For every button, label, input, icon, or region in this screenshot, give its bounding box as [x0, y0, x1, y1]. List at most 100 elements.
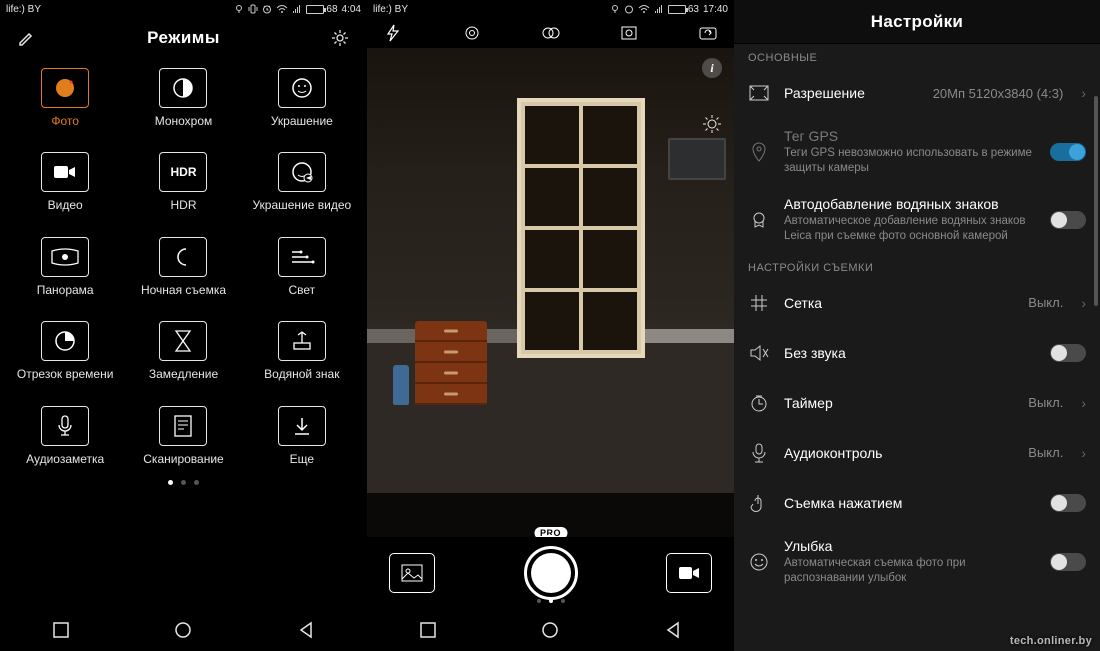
nav-bar [0, 609, 367, 651]
nav-bar [367, 609, 734, 651]
timelapse-icon [53, 329, 77, 353]
nav-recent[interactable] [50, 619, 72, 641]
toggle-touch[interactable] [1050, 494, 1086, 512]
settings-list[interactable]: ОСНОВНЫЕ Разрешение 20Мп 5120x3840 (4:3)… [734, 44, 1100, 651]
wifi-icon [638, 4, 650, 14]
filter-icon[interactable] [539, 21, 563, 45]
info-icon[interactable]: i [702, 58, 722, 78]
row-grid[interactable]: Сетка Выкл.› [734, 278, 1100, 328]
section-capture: НАСТРОЙКИ СЪЕМКИ [734, 254, 1100, 278]
carrier: life:) BY [6, 4, 41, 15]
scrollbar-thumb[interactable] [1094, 96, 1098, 306]
alarm-icon [262, 4, 272, 14]
status-bar: life:) BY 68 4:04 [0, 0, 367, 18]
nav-recent[interactable] [417, 619, 439, 641]
chevron-right-icon: › [1081, 295, 1086, 311]
edit-icon[interactable] [14, 25, 40, 51]
mode-beauty-video[interactable]: Украшение видео [243, 152, 361, 212]
toggle-watermark[interactable] [1050, 211, 1086, 229]
mute-icon [748, 344, 770, 362]
location-icon [748, 142, 770, 162]
video-mode-button[interactable] [666, 553, 712, 593]
mode-slowmo[interactable]: Замедление [124, 321, 242, 381]
viewfinder[interactable]: i [367, 48, 734, 493]
page-dots [0, 480, 367, 485]
viewfinder-pane: life:) BY 63 17:40 i PRO ISO •3200 S •1/… [367, 0, 734, 651]
mono-icon [171, 76, 195, 100]
chevron-right-icon: › [1081, 445, 1086, 461]
video-icon [52, 162, 78, 182]
nav-home[interactable] [539, 619, 561, 641]
clock: 17:40 [703, 4, 728, 15]
light-icon [288, 246, 316, 268]
flash-icon[interactable] [381, 21, 405, 45]
modes-title: Режимы [40, 28, 327, 48]
mode-beauty[interactable]: Украшение [243, 68, 361, 128]
timer-icon [748, 394, 770, 412]
grid-icon [748, 294, 770, 312]
settings-pane: Настройки ОСНОВНЫЕ Разрешение 20Мп 5120x… [734, 0, 1100, 651]
wifi-icon [276, 4, 288, 14]
wide-aperture-icon[interactable] [460, 21, 484, 45]
hdr-icon: HDR [170, 165, 196, 179]
battery-icon: 68 [306, 4, 337, 15]
watermark-text: tech.onliner.by [1010, 635, 1092, 647]
alarm-icon [624, 4, 634, 14]
mode-monochrome[interactable]: Монохром [124, 68, 242, 128]
brightness-icon[interactable] [700, 112, 724, 136]
vibrate-icon [248, 4, 258, 14]
status-bar: life:) BY 63 17:40 [367, 0, 734, 18]
mode-pager [367, 599, 734, 603]
download-icon [291, 415, 313, 437]
row-smile[interactable]: УлыбкаАвтоматическая съемка фото при рас… [734, 528, 1100, 596]
mode-more[interactable]: Еще [243, 406, 361, 466]
mode-scan[interactable]: Сканирование [124, 406, 242, 466]
mode-voicenote[interactable]: Аудиозаметка [6, 406, 124, 466]
signal-icon [292, 4, 302, 14]
beauty-video-icon [290, 160, 314, 184]
settings-title: Настройки [734, 0, 1100, 44]
row-resolution[interactable]: Разрешение 20Мп 5120x3840 (4:3) › [734, 68, 1100, 118]
nav-home[interactable] [172, 619, 194, 641]
mode-hdr[interactable]: HDR HDR [124, 152, 242, 212]
camera-topbar [367, 18, 734, 48]
panorama-icon [50, 247, 80, 267]
location-icon [234, 4, 244, 14]
toggle-mute[interactable] [1050, 344, 1086, 362]
signal-icon [654, 4, 664, 14]
row-mute[interactable]: Без звука [734, 328, 1100, 378]
row-timer[interactable]: Таймер Выкл.› [734, 378, 1100, 428]
mic-icon [55, 414, 75, 438]
nav-back[interactable] [662, 619, 684, 641]
mode-light[interactable]: Свет [243, 237, 361, 297]
photo-icon [52, 75, 78, 101]
clock: 4:04 [342, 4, 361, 15]
mode-photo[interactable]: Фото [6, 68, 124, 128]
mode-watermark[interactable]: Водяной знак [243, 321, 361, 381]
row-touch[interactable]: Съемка нажатием [734, 478, 1100, 528]
mode-night[interactable]: Ночная съемка [124, 237, 242, 297]
row-watermark[interactable]: Автодобавление водяных знаковАвтоматичес… [734, 186, 1100, 254]
color-icon[interactable] [617, 21, 641, 45]
mode-timelapse[interactable]: Отрезок времени [6, 321, 124, 381]
chevron-right-icon: › [1081, 85, 1086, 101]
switch-camera-icon[interactable] [696, 21, 720, 45]
carrier: life:) BY [373, 4, 408, 15]
nav-back[interactable] [295, 619, 317, 641]
gallery-button[interactable] [389, 553, 435, 593]
night-icon [171, 245, 195, 269]
modes-pane: life:) BY 68 4:04 Режимы Фото Монохром У… [0, 0, 367, 651]
row-audio[interactable]: Аудиоконтроль Выкл.› [734, 428, 1100, 478]
row-gps: Тег GPSТеги GPS невозможно использовать … [734, 118, 1100, 186]
toggle-smile[interactable] [1050, 553, 1086, 571]
section-main: ОСНОВНЫЕ [734, 44, 1100, 68]
resolution-icon [748, 85, 770, 101]
watermark-icon [748, 211, 770, 229]
settings-icon[interactable] [327, 25, 353, 51]
modes-grid: Фото Монохром Украшение Видео HDR HDR Ук… [0, 58, 367, 466]
touch-icon [748, 493, 770, 513]
mode-video[interactable]: Видео [6, 152, 124, 212]
chevron-right-icon: › [1081, 395, 1086, 411]
shutter-button[interactable] [524, 546, 578, 600]
mode-panorama[interactable]: Панорама [6, 237, 124, 297]
